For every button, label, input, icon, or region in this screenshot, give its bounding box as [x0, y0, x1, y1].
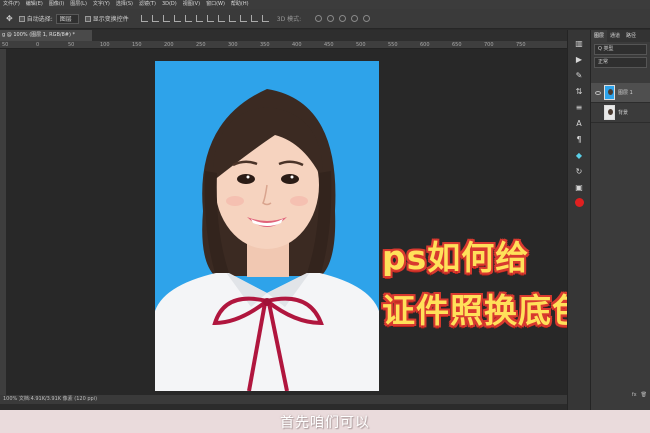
menu-type[interactable]: 文字(Y)	[90, 0, 113, 9]
auto-select-label: 自动选择:	[26, 16, 53, 23]
lock-row	[594, 70, 647, 81]
brush-icon[interactable]: ✎	[574, 70, 585, 81]
play-icon[interactable]: ▶	[574, 54, 585, 65]
3d-roll-icon[interactable]	[327, 15, 335, 22]
visibility-eye-icon[interactable]	[595, 111, 601, 115]
menu-help[interactable]: 帮助(H)	[228, 0, 252, 9]
align-bottom-icon[interactable]	[162, 15, 170, 22]
layers-panel-footer: fx 🗑	[591, 392, 650, 402]
overlay-title-line1: ps如何给	[382, 238, 530, 277]
tab-strip	[92, 30, 567, 41]
align-top-icon[interactable]	[140, 15, 148, 22]
shape-icon[interactable]: ◆	[574, 150, 585, 161]
layers-panel: 图层 通道 路径 Q 类型 正常 图层 1 背景 fx 🗑	[590, 30, 650, 410]
character-icon[interactable]: A	[574, 118, 585, 129]
trash-icon[interactable]: 🗑	[641, 392, 647, 402]
visibility-eye-icon[interactable]	[595, 90, 601, 95]
menu-window[interactable]: 窗口(W)	[203, 0, 228, 9]
ruler-tick: 0	[36, 42, 40, 48]
3d-pan-icon[interactable]	[339, 15, 347, 22]
distribute-right-icon[interactable]	[261, 15, 269, 22]
distribute-left-icon[interactable]	[239, 15, 247, 22]
auto-select-checkbox[interactable]	[18, 15, 25, 22]
tab-layers[interactable]: 图层	[591, 30, 608, 42]
3d-mode-buttons	[315, 15, 371, 22]
align-right-icon[interactable]	[195, 15, 203, 22]
layer-item[interactable]: 背景	[591, 103, 650, 123]
auto-select-option[interactable]: 自动选择: 图层	[18, 13, 79, 24]
document-tab[interactable]: g @ 100% (图层 1, RGB/8#) *	[0, 30, 92, 41]
ruler-tick: 150	[132, 42, 142, 48]
ruler-tick: 50	[68, 42, 75, 48]
show-transform-checkbox[interactable]	[84, 15, 91, 22]
layer-thumbnail	[604, 105, 615, 120]
layer-kind-filter[interactable]: Q 类型	[594, 44, 647, 55]
distribute-top-icon[interactable]	[206, 15, 214, 22]
menu-image[interactable]: 图像(I)	[46, 0, 67, 9]
menu-3d[interactable]: 3D(D)	[159, 0, 180, 9]
ruler-tick: 750	[516, 42, 526, 48]
distribute-vcenter-icon[interactable]	[217, 15, 225, 22]
auto-select-dropdown[interactable]: 图层	[55, 13, 79, 24]
id-photo[interactable]	[155, 61, 379, 391]
tab-channels[interactable]: 通道	[607, 30, 623, 42]
blend-mode-dropdown[interactable]: 正常	[594, 57, 647, 68]
ruler-tick: 600	[420, 42, 430, 48]
ruler-tick: 400	[292, 42, 302, 48]
menu-bar: 文件(F) 编辑(E) 图像(I) 图层(L) 文字(Y) 选择(S) 滤镜(T…	[0, 0, 650, 9]
subtitle-bar: 首先咱们可以	[0, 410, 650, 433]
ruler-tick: 300	[228, 42, 238, 48]
3d-rotate-icon[interactable]	[315, 15, 323, 22]
distribute-bottom-icon[interactable]	[228, 15, 236, 22]
ruler-tick: 50	[2, 42, 9, 48]
fx-button[interactable]: fx	[632, 392, 637, 402]
distribute-hcenter-icon[interactable]	[250, 15, 258, 22]
ruler-tick: 450	[324, 42, 334, 48]
align-hcenter-icon[interactable]	[184, 15, 192, 22]
layer-item[interactable]: 图层 1	[591, 83, 650, 103]
adjustments-icon[interactable]: ⇅	[574, 86, 585, 97]
paragraph-icon[interactable]: ¶	[574, 134, 585, 145]
3d-scale-icon[interactable]	[363, 15, 371, 22]
horizontal-ruler: 50 0 50 100 150 200 250 300 350 400 450 …	[0, 41, 567, 49]
menu-edit[interactable]: 编辑(E)	[23, 0, 46, 9]
ruler-tick: 550	[388, 42, 398, 48]
ruler-tick: 500	[356, 42, 366, 48]
tool-strip: ▥ ▶ ✎ ⇅ ≡ A ¶ ◆ ↻ ▣	[567, 30, 590, 410]
notes-icon[interactable]: ▣	[574, 182, 585, 193]
ruler-tick: 700	[484, 42, 494, 48]
3d-slide-icon[interactable]	[351, 15, 359, 22]
align-buttons	[140, 15, 269, 22]
histogram-icon[interactable]: ▥	[574, 38, 585, 49]
show-transform-option[interactable]: 显示变换控件	[84, 14, 129, 23]
video-subtitle: 首先咱们可以	[280, 414, 370, 431]
menu-file[interactable]: 文件(F)	[0, 0, 23, 9]
ruler-tick: 350	[260, 42, 270, 48]
layer-thumbnail	[604, 85, 615, 100]
align-vcenter-icon[interactable]	[151, 15, 159, 22]
history-icon[interactable]: ↻	[574, 166, 585, 177]
menu-select[interactable]: 选择(S)	[113, 0, 136, 9]
ruler-tick: 100	[100, 42, 110, 48]
ruler-tick: 650	[452, 42, 462, 48]
record-icon[interactable]	[574, 198, 584, 207]
move-tool-icon[interactable]: ✥	[6, 14, 13, 23]
show-transform-label: 显示变换控件	[92, 16, 129, 23]
portrait-image	[155, 61, 379, 391]
ruler-tick: 200	[164, 42, 174, 48]
3d-mode-label: 3D 模式:	[276, 16, 302, 23]
align-left-icon[interactable]	[173, 15, 181, 22]
layer-name: 背景	[618, 110, 629, 116]
status-bar: 100% 文档:4.91K/3.91K 像素 (120 ppi)	[0, 395, 567, 404]
tab-paths[interactable]: 路径	[623, 30, 639, 42]
menu-filter[interactable]: 滤镜(T)	[136, 0, 159, 9]
panel-tabs: 图层 通道 路径	[591, 30, 650, 42]
menu-layer[interactable]: 图层(L)	[67, 0, 90, 9]
ruler-tick: 250	[196, 42, 206, 48]
options-bar: ✥ 自动选择: 图层 显示变换控件 3D 模式:	[0, 9, 650, 29]
menu-view[interactable]: 视图(V)	[180, 0, 203, 9]
channels-icon[interactable]: ≡	[574, 102, 585, 113]
layer-name: 图层 1	[618, 90, 633, 96]
